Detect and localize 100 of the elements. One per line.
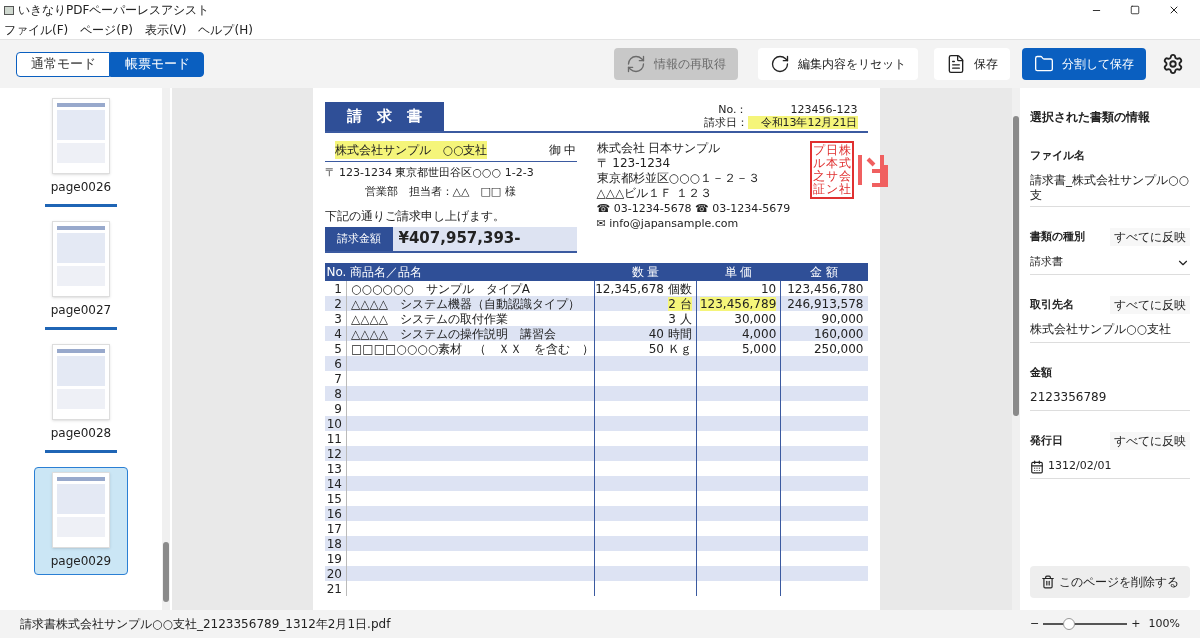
issuer-line: 〒 123-1234 <box>596 155 672 171</box>
app-icon <box>4 5 14 15</box>
mode-toggle[interactable]: 帳票モード <box>110 51 204 77</box>
toolbar-button[interactable]: 保存 <box>934 48 1010 80</box>
table-cell: 18 <box>326 536 342 551</box>
issuer-line: ✉ info@japansample.com <box>596 215 740 231</box>
table-cell: △△△△ システムの操作説明 講習会 <box>350 326 556 341</box>
zoom-in-button[interactable]: + <box>1131 615 1141 633</box>
page-thumbnail-item[interactable]: page0027 <box>34 221 128 330</box>
table-cell: 2 <box>334 296 342 311</box>
input-field[interactable]: 2123356789 <box>1030 387 1190 411</box>
field-label: 取引先名 <box>1030 296 1074 313</box>
menu-item[interactable]: ヘルプ(H) <box>198 20 253 39</box>
table-cell: 123,456,780 <box>787 281 864 296</box>
seal-text: 日本サン <box>825 143 838 197</box>
seal-text: 株式会社 <box>838 143 851 197</box>
window-title: いきなりPDFペーパーレスアシスト <box>18 2 210 19</box>
document-type-select[interactable]: 請求書 <box>1030 251 1190 275</box>
mode-toggle[interactable]: 通常モード <box>16 51 110 77</box>
apply-all-button[interactable]: すべてに反映 <box>1110 228 1190 246</box>
invoice-amount: ¥407,957,393- <box>392 226 577 251</box>
delete-page-button[interactable]: このページを削除する <box>1030 566 1190 598</box>
table-cell: △△△△ システムの取付作業 <box>350 311 508 326</box>
input-field[interactable]: 株式会社サンプル○○支社 <box>1030 319 1190 343</box>
menu-item[interactable]: ページ(P) <box>80 20 133 39</box>
table-cell: 9 <box>334 401 342 416</box>
table-cell: 1 <box>334 281 342 296</box>
table-cell: 123,456,789 <box>699 296 777 311</box>
zoom-slider[interactable] <box>1043 618 1128 630</box>
settings-icon[interactable] <box>1162 53 1184 75</box>
input-field[interactable]: 請求書_株式会社サンプル○○支 <box>1030 170 1190 207</box>
column-header: 数 量 <box>594 263 697 281</box>
maximize-icon[interactable] <box>1130 5 1140 15</box>
progress-bar <box>45 327 117 330</box>
document-title: 請 求 書 <box>324 102 444 131</box>
document-icon <box>946 54 966 74</box>
table-cell: 3 人 <box>668 311 692 326</box>
menu-item[interactable]: ファイル(F) <box>4 20 69 39</box>
client-address: 〒 123-1234 東京都世田谷区○○○ 1-2-3 <box>324 164 535 181</box>
meta-value: 123456-123 <box>789 102 858 116</box>
amount-label: 請求金額 <box>324 226 393 251</box>
toolbar-button[interactable]: 分割して保存 <box>1022 48 1146 80</box>
issuer-line: 株式会社 日本サンプル <box>596 140 722 156</box>
table-cell: 11 <box>326 431 342 446</box>
page-label: page0029 <box>50 553 112 570</box>
field-label: 金額 <box>1030 364 1052 381</box>
issuer-line: △△△ビル１Ｆ １２３ <box>596 185 713 201</box>
field-label: 発行日 <box>1030 432 1063 449</box>
field-label: 書類の種別 <box>1030 228 1085 245</box>
status-file-name: 請求書株式会社サンプル○○支社_2123356789_1312年2月1日.pdf <box>20 616 391 633</box>
table-cell: 246,913,578 <box>787 296 864 311</box>
page-label: page0027 <box>50 302 112 319</box>
calendar-icon <box>1030 459 1044 474</box>
table-cell: 20 <box>326 566 342 581</box>
table-cell: 14 <box>326 476 342 491</box>
table-cell: ○○○○○○ サンプル タイプA <box>350 281 530 296</box>
client-contact: 営業部 担当者：△△ □□ 様 <box>364 184 517 200</box>
column-header: No. <box>324 263 347 281</box>
table-cell: 17 <box>326 521 342 536</box>
table-cell: 16 <box>326 506 342 521</box>
table-cell: 8 <box>334 386 342 401</box>
table-cell: 19 <box>326 551 342 566</box>
seal-text: プル之証 <box>812 143 825 197</box>
table-cell: 3 <box>334 311 342 326</box>
table-cell: 13 <box>326 461 342 476</box>
table-cell: 160,000 <box>813 326 864 341</box>
progress-bar <box>45 204 117 207</box>
field-label: ファイル名 <box>1030 147 1085 164</box>
column-header: 単 価 <box>696 263 781 281</box>
progress-bar <box>45 450 117 453</box>
close-icon[interactable] <box>1168 4 1180 16</box>
table-cell: 15 <box>326 491 342 506</box>
table-cell: 6 <box>334 356 342 371</box>
apply-all-button[interactable]: すべてに反映 <box>1110 296 1190 314</box>
meta-label: No.： <box>717 102 748 116</box>
table-cell: 12 <box>326 446 342 461</box>
slider-thumb[interactable] <box>1062 618 1075 630</box>
column-header: 商品名／品名 <box>346 263 595 281</box>
toolbar-button[interactable]: 編集内容をリセット <box>758 48 918 80</box>
table-cell: 40 時間 <box>648 326 692 341</box>
table-cell: 90,000 <box>821 311 864 326</box>
table-cell: 250,000 <box>813 341 864 356</box>
table-cell: 5 <box>334 341 342 356</box>
greeting-text: 下記の通りご請求申し上げます。 <box>324 207 506 225</box>
menu-item[interactable]: 表示(V) <box>144 20 187 39</box>
refresh-icon <box>626 54 646 74</box>
table-cell: □□□□○○○○素材 （ ＸＸ を含む ） <box>350 341 595 356</box>
apply-all-button[interactable]: すべてに反映 <box>1110 432 1190 450</box>
zoom-out-button[interactable]: − <box>1030 615 1040 633</box>
page-thumbnail-item[interactable]: page0028 <box>34 344 128 453</box>
page-thumbnail-item[interactable]: page0029 <box>34 467 128 575</box>
trash-icon <box>1041 575 1055 589</box>
page-thumbnail-item[interactable]: page0026 <box>34 98 128 207</box>
issuer-line: 東京都杉並区○○○１－２－３ <box>596 170 761 186</box>
date-field[interactable]: 1312/02/01 <box>1030 455 1190 479</box>
table-cell: 21 <box>326 581 342 596</box>
panel-title: 選択された書類の情報 <box>1030 109 1151 126</box>
issuer-line: ☎ 03-1234-5678 ☎ 03-1234-5679 <box>596 200 792 216</box>
table-cell: 5,000 <box>741 341 777 356</box>
table-cell: 10 <box>761 281 777 296</box>
